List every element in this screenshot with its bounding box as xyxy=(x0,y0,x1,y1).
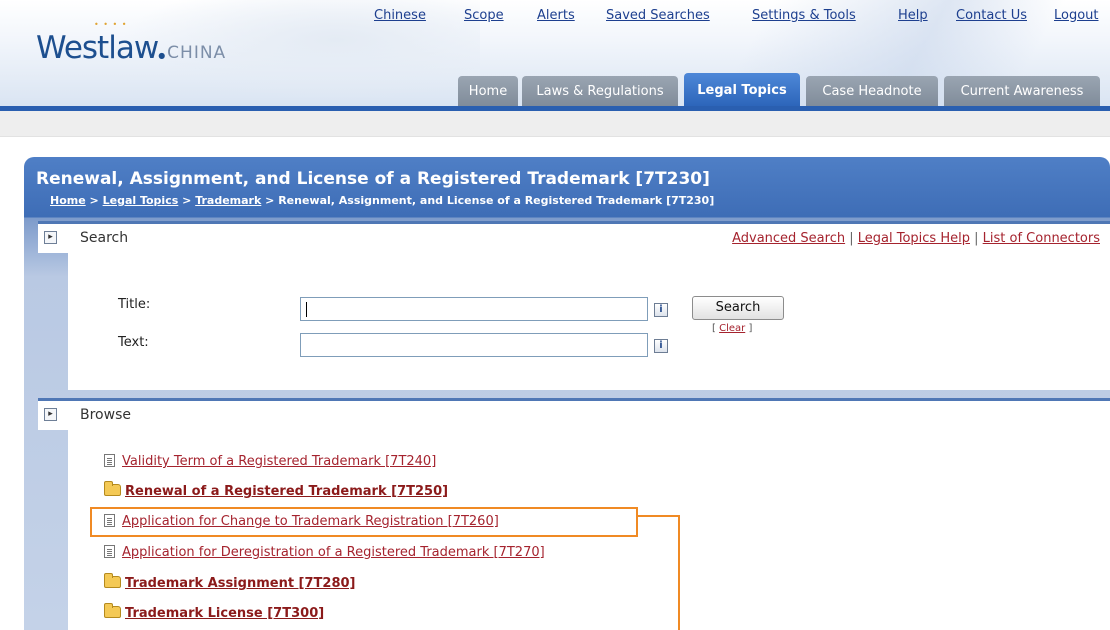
search-section-body: Title: i Text: i Search [ Clear ] xyxy=(68,253,1110,390)
callout-line xyxy=(678,515,680,630)
link-contact-us[interactable]: Contact Us xyxy=(956,8,1027,23)
link-alerts[interactable]: Alerts xyxy=(537,8,575,23)
folder-icon xyxy=(104,573,121,588)
title-input[interactable] xyxy=(300,297,648,321)
westlaw-china-logo[interactable]: • • • • Westlaw● CHINA xyxy=(36,20,227,66)
expand-toggle-icon[interactable]: ▸ xyxy=(44,408,57,421)
title-info-icon[interactable]: i xyxy=(654,303,668,317)
text-caret xyxy=(306,302,307,317)
sub-nav-bar xyxy=(0,111,1110,137)
topic-panel: Renewal, Assignment, and License of a Re… xyxy=(24,157,1110,630)
browse-link[interactable]: Application for Deregistration of a Regi… xyxy=(122,545,545,560)
browse-section-header: ▸ Browse xyxy=(38,398,1110,430)
highlight-box xyxy=(90,507,638,537)
breadcrumb-sep: > xyxy=(182,194,192,207)
advanced-search-link[interactable]: Advanced Search xyxy=(732,231,845,246)
tab-case-headnote[interactable]: Case Headnote xyxy=(806,76,938,108)
tab-current-awareness[interactable]: Current Awareness xyxy=(944,76,1100,108)
legal-topics-help-link[interactable]: Legal Topics Help xyxy=(858,231,970,246)
tab-home[interactable]: Home xyxy=(458,76,518,108)
browse-link[interactable]: Validity Term of a Registered Trademark … xyxy=(122,454,436,469)
link-scope[interactable]: Scope xyxy=(464,8,504,23)
folder-icon xyxy=(104,603,121,618)
breadcrumb-home[interactable]: Home xyxy=(50,194,86,207)
search-button[interactable]: Search xyxy=(692,296,784,320)
page-title: Renewal, Assignment, and License of a Re… xyxy=(36,169,710,189)
browse-link[interactable]: Trademark Assignment [7T280] xyxy=(125,576,356,591)
link-chinese[interactable]: Chinese xyxy=(374,8,426,23)
search-section-header: ▸ Search Advanced Search | Legal Topics … xyxy=(38,221,1110,253)
breadcrumb-legal-topics[interactable]: Legal Topics xyxy=(103,194,179,207)
breadcrumb-sep: > xyxy=(265,194,275,207)
tab-laws-regulations[interactable]: Laws & Regulations xyxy=(522,76,678,108)
browse-item-folder: Trademark License [7T300] xyxy=(104,603,324,626)
folder-icon xyxy=(104,481,121,496)
browse-link[interactable]: Renewal of a Registered Trademark [7T250… xyxy=(125,484,448,499)
logo-word: Westlaw xyxy=(36,30,159,66)
text-info-icon[interactable]: i xyxy=(654,339,668,353)
breadcrumb-sep: > xyxy=(89,194,99,207)
site-header: • • • • Westlaw● CHINA Chinese Scope Aler… xyxy=(0,0,1110,108)
expand-toggle-icon[interactable]: ▸ xyxy=(44,231,57,244)
document-icon xyxy=(104,454,115,467)
search-section-title: Search xyxy=(80,230,129,246)
text-input[interactable] xyxy=(300,333,648,357)
title-label: Title: xyxy=(118,297,151,312)
tab-legal-topics[interactable]: Legal Topics xyxy=(684,73,800,108)
logo-sub: CHINA xyxy=(167,43,227,63)
document-icon xyxy=(104,545,115,558)
text-label: Text: xyxy=(118,335,149,350)
callout-line xyxy=(638,515,680,517)
link-separator: | xyxy=(849,231,854,246)
link-help[interactable]: Help xyxy=(898,8,928,23)
browse-item-document: Validity Term of a Registered Trademark … xyxy=(104,454,436,474)
clear-link[interactable]: Clear xyxy=(719,323,745,334)
browse-section-title: Browse xyxy=(80,407,131,423)
breadcrumb-trademark[interactable]: Trademark xyxy=(195,194,261,207)
browse-item-folder: Trademark Assignment [7T280] xyxy=(104,573,356,596)
clear-bracket: [ xyxy=(712,323,716,334)
logo-dots: • • • • xyxy=(94,20,128,29)
clear-bracket: ] xyxy=(748,323,753,334)
browse-link[interactable]: Trademark License [7T300] xyxy=(125,606,324,621)
search-help-links: Advanced Search | Legal Topics Help | Li… xyxy=(732,231,1100,246)
link-settings-tools[interactable]: Settings & Tools xyxy=(752,8,856,23)
list-of-connectors-link[interactable]: List of Connectors xyxy=(983,231,1100,246)
breadcrumb: Home > Legal Topics > Trademark > Renewa… xyxy=(50,194,714,207)
link-separator: | xyxy=(974,231,979,246)
clear-link-wrap: [ Clear ] xyxy=(712,323,752,334)
link-saved-searches[interactable]: Saved Searches xyxy=(606,8,710,23)
breadcrumb-current: Renewal, Assignment, and License of a Re… xyxy=(278,194,715,207)
link-logout[interactable]: Logout xyxy=(1054,8,1099,23)
main-tabs: Home Laws & Regulations Legal Topics Cas… xyxy=(0,73,1110,108)
browse-item-folder: Renewal of a Registered Trademark [7T250… xyxy=(104,481,448,504)
browse-item-document: Application for Deregistration of a Regi… xyxy=(104,545,545,565)
